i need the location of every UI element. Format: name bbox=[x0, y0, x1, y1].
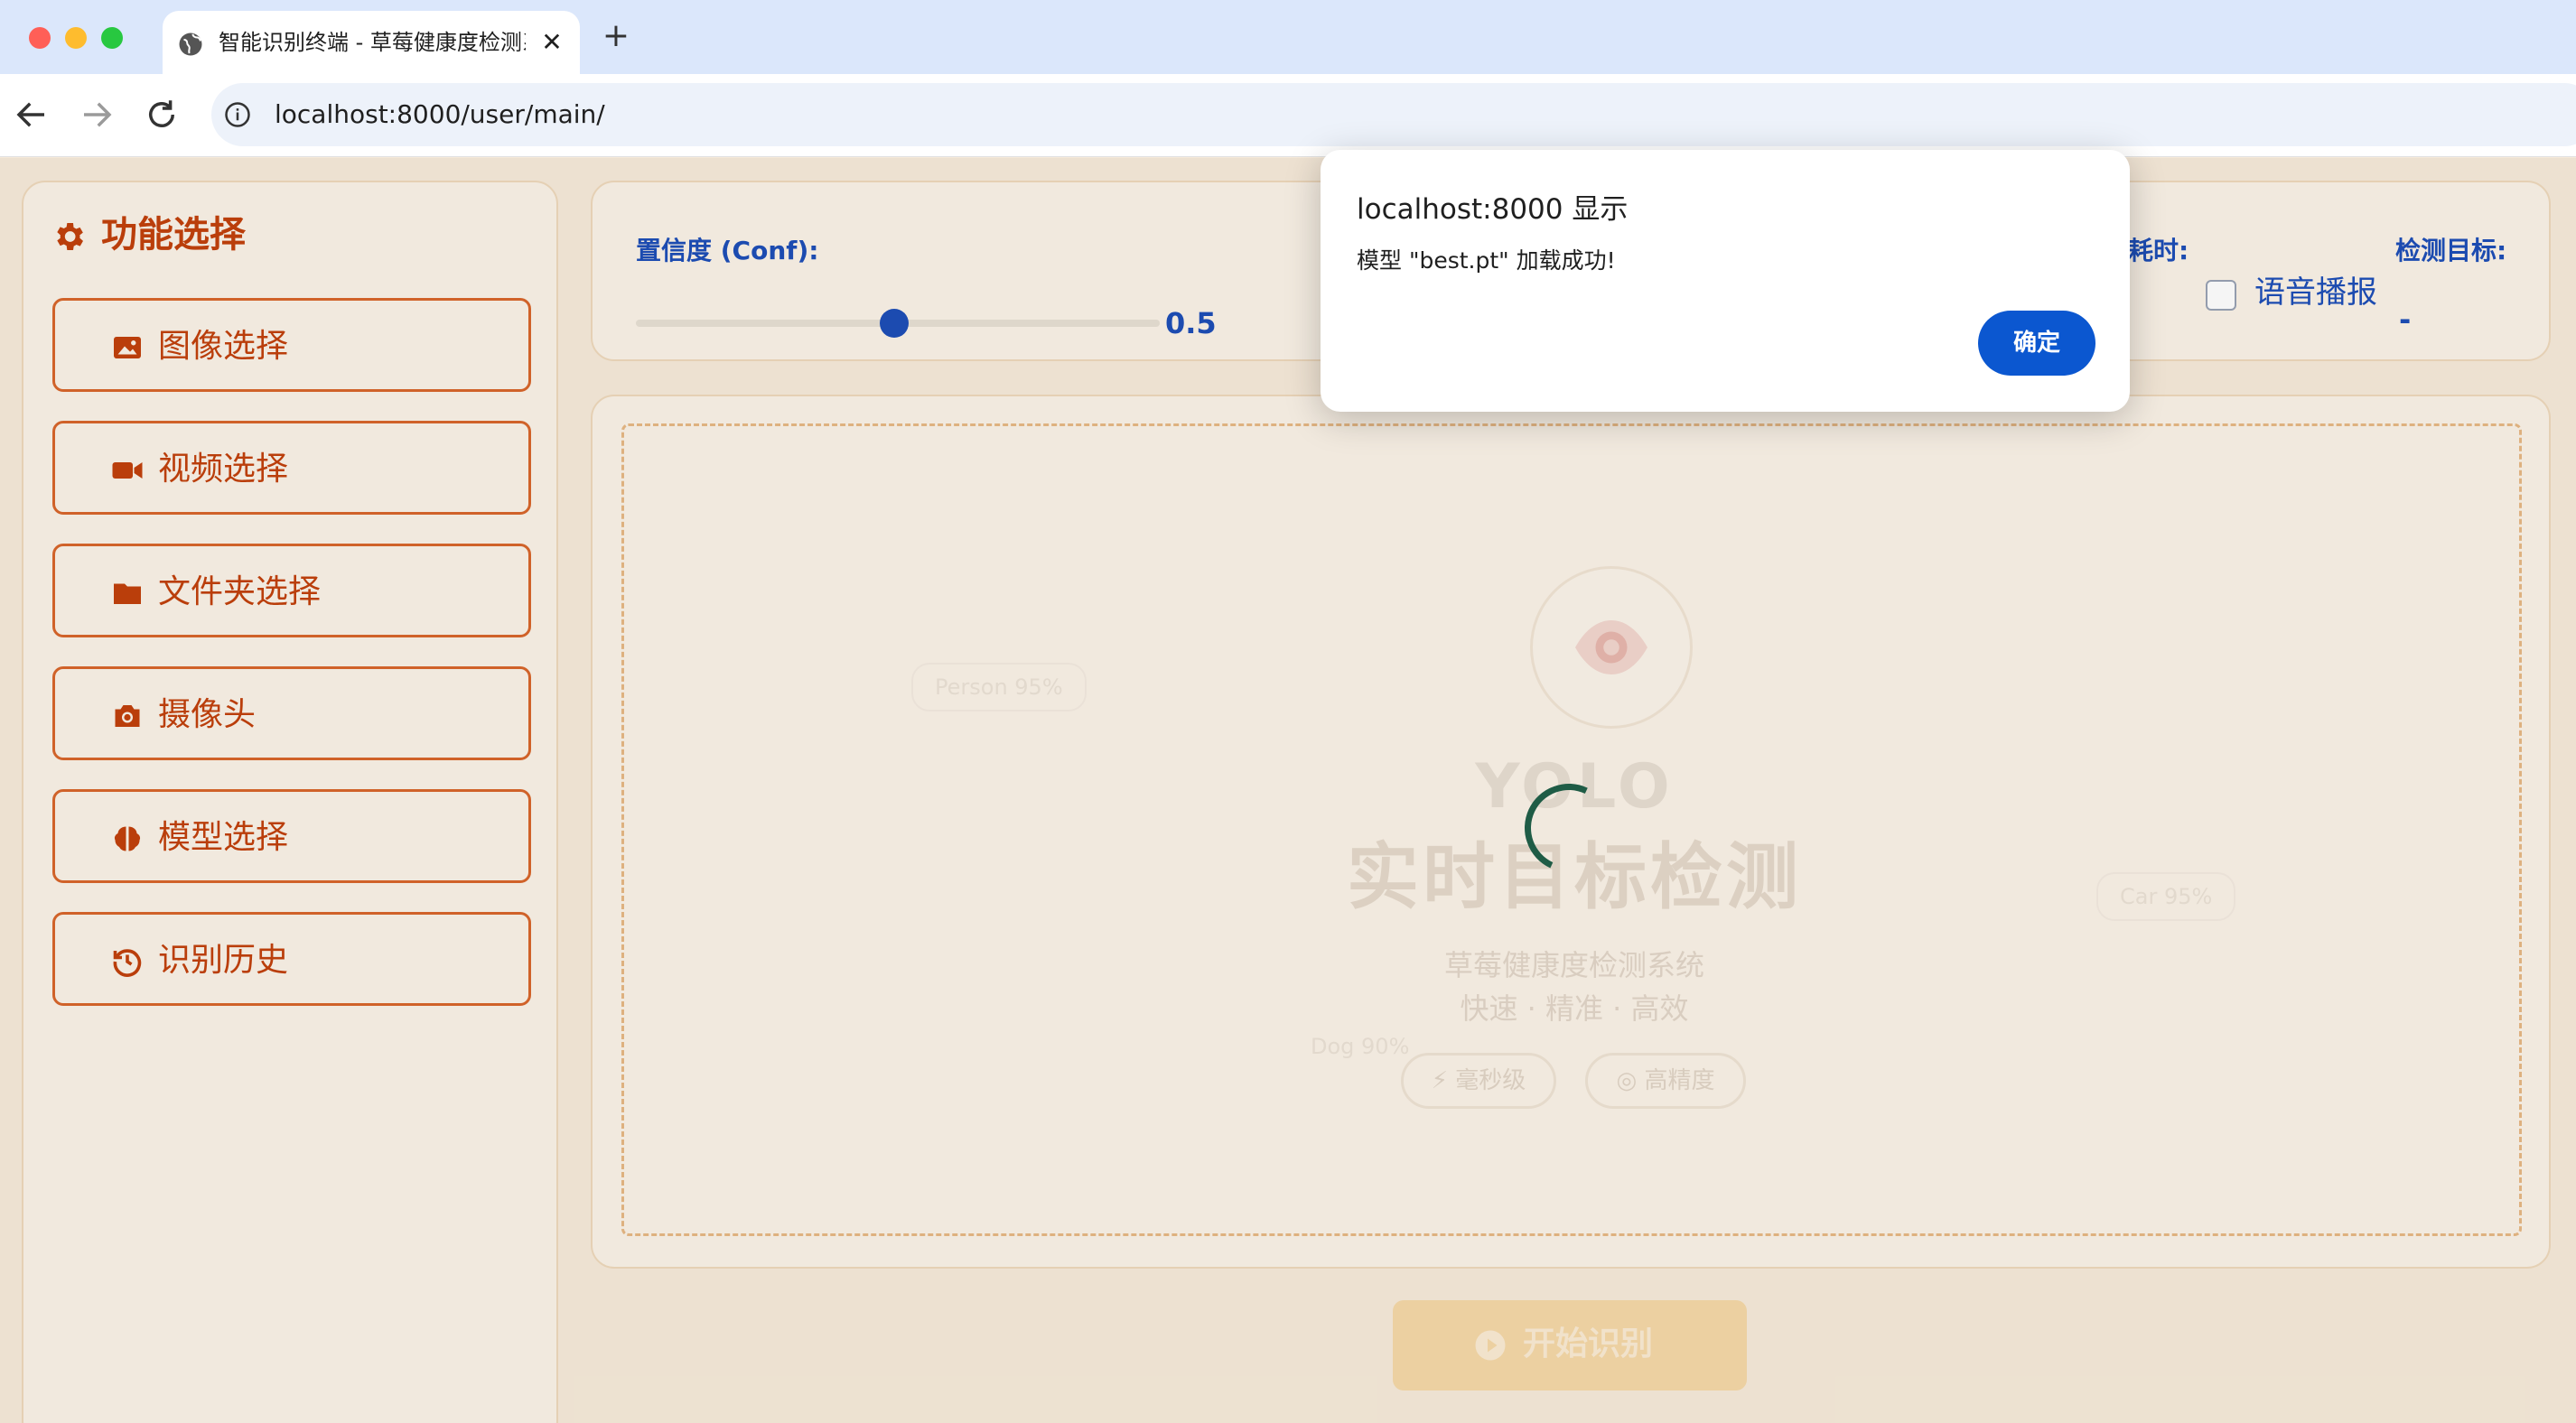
site-info-icon[interactable] bbox=[224, 101, 251, 128]
browser-tab[interactable]: 智能识别终端 - 草莓健康度检测系统 ✕ bbox=[163, 11, 580, 74]
modal-backdrop bbox=[0, 158, 2576, 1423]
close-tab-icon[interactable]: ✕ bbox=[538, 29, 565, 56]
maximize-window-button[interactable] bbox=[101, 27, 123, 49]
dialog-message: 模型 "best.pt" 加载成功! bbox=[1357, 247, 1616, 274]
address-bar[interactable]: localhost:8000/user/main/ bbox=[211, 83, 2576, 146]
forward-arrow-icon[interactable] bbox=[78, 96, 116, 134]
back-arrow-icon[interactable] bbox=[13, 96, 51, 134]
dialog-ok-button[interactable]: 确定 bbox=[1978, 311, 2095, 376]
browser-tab-bar: 智能识别终端 - 草莓健康度检测系统 ✕ + bbox=[0, 0, 2576, 74]
tab-title: 智能识别终端 - 草莓健康度检测系统 bbox=[219, 30, 526, 55]
new-tab-button[interactable]: + bbox=[600, 20, 632, 52]
dialog-title: localhost:8000 显示 bbox=[1357, 193, 1629, 226]
reload-icon[interactable] bbox=[143, 96, 181, 134]
minimize-window-button[interactable] bbox=[65, 27, 87, 49]
browser-toolbar: localhost:8000/user/main/ bbox=[0, 74, 2576, 157]
close-window-button[interactable] bbox=[29, 27, 51, 49]
globe-icon bbox=[179, 33, 202, 56]
url-text: localhost:8000/user/main/ bbox=[275, 99, 605, 129]
alert-dialog: localhost:8000 显示 模型 "best.pt" 加载成功! 确定 bbox=[1321, 150, 2130, 412]
